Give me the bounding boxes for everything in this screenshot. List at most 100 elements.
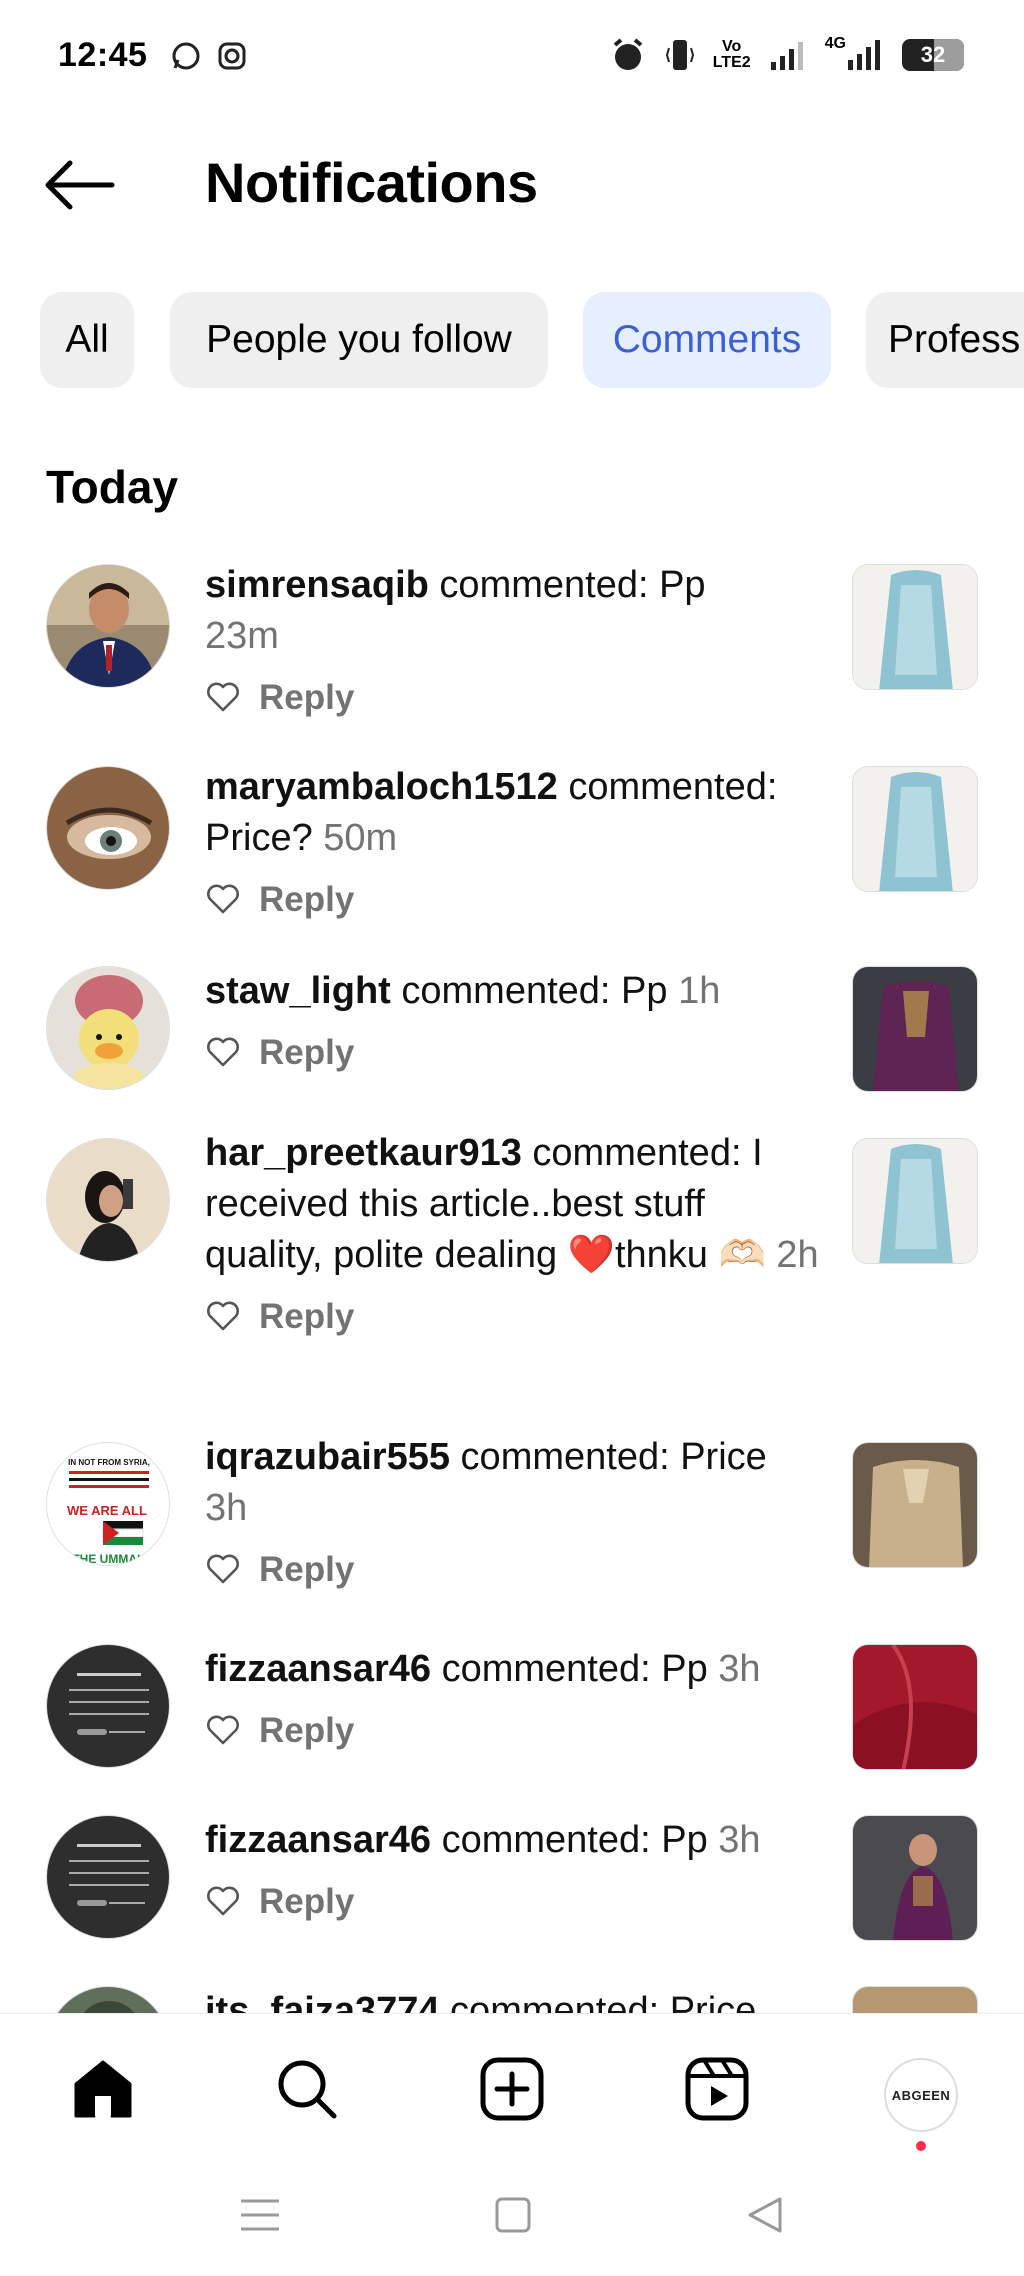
- post-thumbnail[interactable]: [852, 966, 978, 1092]
- username[interactable]: staw_light: [205, 970, 391, 1012]
- notifications-list: Today simrensaqib commented: Pp 23m Repl…: [0, 0, 1024, 2013]
- notification-actions: Reply: [205, 1544, 825, 1594]
- timestamp: 23m: [205, 615, 279, 657]
- post-thumbnail[interactable]: [852, 766, 978, 892]
- reels-icon: [685, 2057, 749, 2121]
- notification-body: har_preetkaur913 commented: I received t…: [205, 1128, 825, 1341]
- section-title-today: Today: [46, 461, 179, 513]
- notification-text: fizzaansar46 commented: Pp 3h: [205, 1644, 825, 1695]
- notification-actions: Reply: [205, 1876, 825, 1926]
- post-thumbnail[interactable]: [852, 1442, 978, 1568]
- avatar-poster-line-1: IN NOT FROM SYRIA,: [68, 1458, 150, 1467]
- post-thumbnail[interactable]: [852, 1986, 978, 2013]
- avatar[interactable]: IN NOT FROM SYRIA, WE ARE ALL THE UMMAH: [46, 1442, 170, 1566]
- notification-body: maryambaloch1512 commented: Price? 50m R…: [205, 762, 825, 924]
- heart-icon[interactable]: [205, 1883, 241, 1919]
- notification-text: staw_light commented: Pp 1h: [205, 966, 825, 1017]
- comment-text: commented: Price: [439, 1990, 757, 2013]
- notification-item[interactable]: IN NOT FROM SYRIA, WE ARE ALL THE UMMAH …: [0, 1432, 1024, 1622]
- notification-text: simrensaqib commented: Pp: [205, 560, 825, 611]
- reply-button[interactable]: Reply: [259, 1544, 354, 1595]
- reply-button[interactable]: Reply: [259, 1291, 354, 1342]
- notification-body: iqrazubair555 commented: Price 3h Reply: [205, 1432, 825, 1594]
- notification-text: har_preetkaur913 commented: I received t…: [205, 1128, 825, 1281]
- notification-body: its_faiza3774 commented: Price: [205, 1986, 825, 2013]
- heart-icon[interactable]: [205, 1712, 241, 1748]
- battery-level: 32: [920, 42, 946, 67]
- notification-item[interactable]: staw_light commented: Pp 1h Reply: [0, 966, 1024, 1116]
- heart-icon[interactable]: [205, 1551, 241, 1587]
- reply-button[interactable]: Reply: [259, 1027, 354, 1078]
- nav-profile-avatar[interactable]: ABGEEN: [884, 2058, 958, 2132]
- reply-button[interactable]: Reply: [259, 874, 354, 925]
- username[interactable]: fizzaansar46: [205, 1648, 431, 1690]
- timestamp: 50m: [323, 817, 398, 859]
- comment-text: commented: Price: [450, 1436, 767, 1478]
- notification-item[interactable]: fizzaansar46 commented: Pp 3h Reply: [0, 1815, 1024, 1965]
- notification-text: maryambaloch1512 commented: Price? 50m: [205, 762, 825, 864]
- timestamp: 2h: [776, 1234, 819, 1276]
- notification-actions: Reply: [205, 1027, 825, 1077]
- avatar-poster-line-3: THE UMMAH: [72, 1552, 145, 1566]
- back-triangle-icon[interactable]: [740, 2193, 790, 2237]
- reply-button[interactable]: Reply: [259, 1876, 354, 1927]
- notification-actions: Reply: [205, 672, 825, 722]
- reply-button[interactable]: Reply: [259, 672, 354, 723]
- avatar[interactable]: [46, 1815, 170, 1939]
- notification-item[interactable]: har_preetkaur913 commented: I received t…: [0, 1128, 1024, 1418]
- username[interactable]: iqrazubair555: [205, 1436, 450, 1478]
- avatar[interactable]: [46, 1644, 170, 1768]
- notification-actions: Reply: [205, 1705, 825, 1755]
- nav-create[interactable]: [477, 2054, 547, 2124]
- system-nav-bar: [0, 2153, 1024, 2276]
- timestamp: 3h: [205, 1487, 248, 1529]
- notification-item[interactable]: fizzaansar46 commented: Pp 3h Reply: [0, 1644, 1024, 1794]
- notification-body: simrensaqib commented: Pp 23m Reply: [205, 560, 825, 722]
- avatar[interactable]: [46, 564, 170, 688]
- username[interactable]: its_faiza3774: [205, 1990, 440, 2013]
- comment-text: commented: Pp: [431, 1648, 708, 1690]
- notification-text: its_faiza3774 commented: Price: [205, 1986, 825, 2013]
- home-icon: [74, 2060, 132, 2118]
- notification-item[interactable]: maryambaloch1512 commented: Price? 50m R…: [0, 762, 1024, 952]
- square-icon[interactable]: [488, 2193, 538, 2237]
- reply-button[interactable]: Reply: [259, 1705, 354, 1756]
- avatar[interactable]: [46, 766, 170, 890]
- profile-notification-dot: [916, 2141, 926, 2151]
- timestamp: 3h: [718, 1648, 761, 1690]
- heart-icon[interactable]: [205, 1298, 241, 1334]
- notification-item[interactable]: simrensaqib commented: Pp 23m Reply: [0, 560, 1024, 750]
- notification-body: fizzaansar46 commented: Pp 3h Reply: [205, 1815, 825, 1926]
- menu-icon[interactable]: [235, 2193, 285, 2237]
- heart-icon[interactable]: [205, 881, 241, 917]
- create-icon: [480, 2057, 544, 2121]
- comment-text: commented: Pp: [428, 564, 706, 606]
- avatar[interactable]: [46, 966, 170, 1090]
- avatar-poster-line-2: WE ARE ALL: [67, 1503, 147, 1518]
- post-thumbnail[interactable]: [852, 564, 978, 690]
- post-thumbnail[interactable]: [852, 1815, 978, 1941]
- post-thumbnail[interactable]: [852, 1138, 978, 1264]
- notification-body: staw_light commented: Pp 1h Reply: [205, 966, 825, 1077]
- username[interactable]: maryambaloch1512: [205, 766, 558, 808]
- nav-home[interactable]: [68, 2054, 138, 2124]
- post-thumbnail[interactable]: [852, 1644, 978, 1770]
- timestamp: 1h: [678, 970, 721, 1012]
- timestamp: 3h: [718, 1819, 761, 1861]
- username[interactable]: simrensaqib: [205, 564, 429, 606]
- username[interactable]: har_preetkaur913: [205, 1132, 522, 1174]
- avatar[interactable]: [46, 1138, 170, 1262]
- avatar[interactable]: [46, 1986, 170, 2013]
- comment-text: commented: Pp: [390, 970, 668, 1012]
- profile-avatar-text: ABGEEN: [891, 2087, 951, 2103]
- notification-actions: Reply: [205, 874, 825, 924]
- nav-reels[interactable]: [682, 2054, 752, 2124]
- nav-search[interactable]: [272, 2054, 342, 2124]
- notification-item[interactable]: its_faiza3774 commented: Price: [0, 1986, 1024, 2013]
- heart-icon[interactable]: [205, 679, 241, 715]
- heart-icon[interactable]: [205, 1034, 241, 1070]
- notification-text: iqrazubair555 commented: Price: [205, 1432, 825, 1483]
- notification-actions: Reply: [205, 1291, 825, 1341]
- username[interactable]: fizzaansar46: [205, 1819, 431, 1861]
- comment-text: commented: Pp: [431, 1819, 708, 1861]
